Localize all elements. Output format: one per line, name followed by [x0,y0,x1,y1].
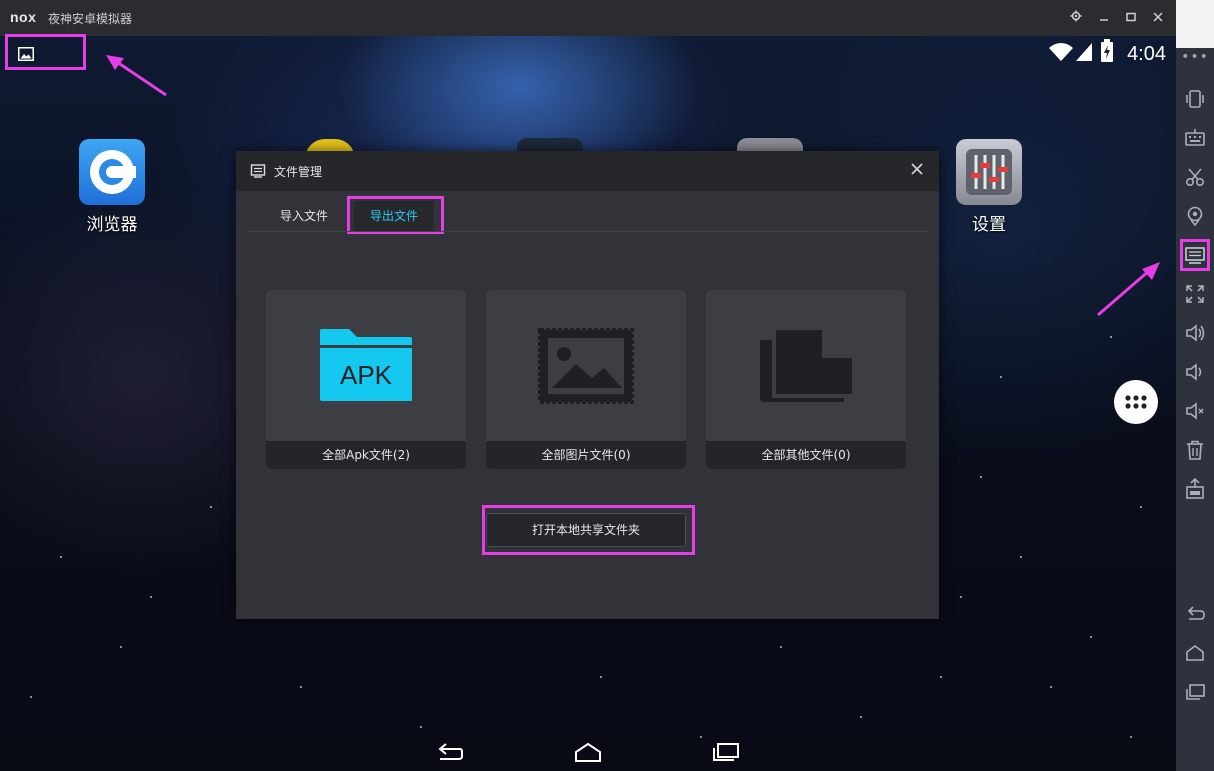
shake-icon[interactable] [1184,88,1206,110]
maximize-icon[interactable] [1121,8,1141,28]
right-toolbar: ••• [1176,0,1214,771]
nav-home-icon[interactable] [574,741,602,763]
apk-install-icon[interactable] [1184,477,1206,500]
nox-logo: nox [10,9,37,25]
dialog-close-icon[interactable] [907,161,927,181]
android-nav-bar [0,735,1176,771]
image-icon [538,328,634,404]
back-icon[interactable] [1184,603,1206,625]
app-drawer-button[interactable] [1114,380,1158,424]
title-bar: nox 夜神安卓模拟器 [0,0,1176,36]
tab-divider [248,231,927,232]
pointer-arrow-top-left [100,51,170,101]
browser-app-label: 浏览器 [86,215,138,235]
apk-files-label: 全部Apk文件(2) [266,441,466,469]
apk-badge: APK [339,360,393,390]
volume-down-icon[interactable] [1184,361,1206,383]
notification-image-icon[interactable] [18,46,34,61]
image-files-card[interactable]: 全部图片文件(0) [486,290,686,469]
close-icon[interactable] [1148,8,1168,28]
other-files-label: 全部其他文件(0) [706,441,906,469]
home-icon[interactable] [1184,642,1206,664]
volume-up-icon[interactable] [1184,322,1206,344]
fullscreen-icon[interactable] [1184,283,1206,305]
location-icon[interactable] [1184,205,1206,227]
dialog-title: 文件管理 [274,165,323,179]
scissors-icon[interactable] [1184,166,1206,188]
browser-app-icon[interactable] [79,139,145,205]
settings-app-icon[interactable] [956,139,1022,205]
wifi-icon [1048,42,1074,62]
pointer-arrow-right [1092,258,1164,320]
status-bar: 4:04 [1116,42,1166,66]
battery-icon [1100,39,1114,63]
settings-app-label: 设置 [972,215,1006,235]
documents-icon [760,330,856,406]
file-manager-dialog: 文件管理 导入文件 导出文件 APK 全部Apk文件(2) 全部图片文件(0) [236,151,939,619]
emulator-window: nox 夜神安卓模拟器 4:04 浏览器 设置 文件管理 导入文件 导出文件 A… [0,0,1214,771]
nav-back-icon[interactable] [436,743,464,763]
tab-export-files[interactable]: 导出文件 [354,201,434,231]
apk-folder-icon: APK [319,328,413,402]
recent-apps-icon[interactable] [1184,681,1206,703]
open-shared-folder-button[interactable]: 打开本地共享文件夹 [486,513,686,547]
mute-icon[interactable] [1184,400,1206,422]
file-manager-icon [250,163,266,179]
trash-icon[interactable] [1184,439,1206,461]
tab-import-files[interactable]: 导入文件 [266,201,342,231]
dialog-header: 文件管理 [236,151,939,191]
window-title: 夜神安卓模拟器 [48,12,133,26]
keyboard-icon[interactable] [1184,127,1206,149]
file-manager-icon[interactable] [1184,244,1206,266]
signal-icon [1075,42,1093,62]
clock: 4:04 [1127,43,1166,65]
settings-gear-icon[interactable] [1066,8,1086,28]
more-options-icon[interactable]: ••• [1176,50,1214,68]
minimize-icon[interactable] [1094,8,1114,28]
toolbar-top-strip [1176,0,1214,48]
nav-recent-apps-icon[interactable] [712,742,740,762]
apk-files-card[interactable]: APK 全部Apk文件(2) [266,290,466,469]
other-files-card[interactable]: 全部其他文件(0) [706,290,906,469]
image-files-label: 全部图片文件(0) [486,441,686,469]
